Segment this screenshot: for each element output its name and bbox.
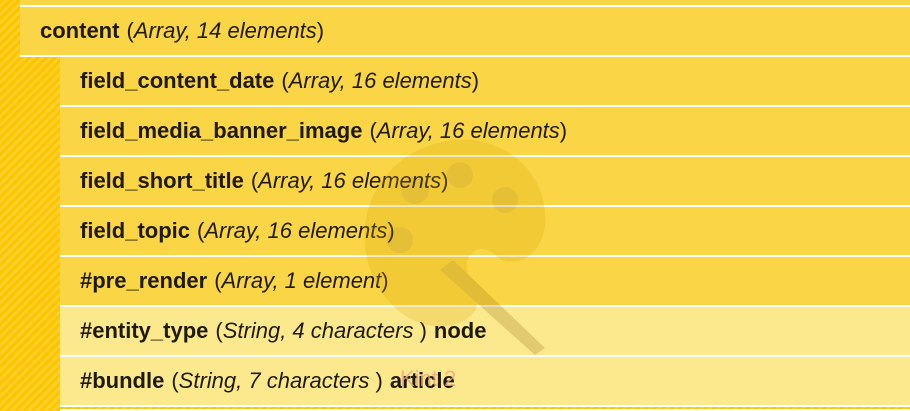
node-type: Array, 16 elements [376, 118, 560, 143]
node-type: Array, 16 elements [288, 68, 472, 93]
node-meta: (Array, 16 elements) [250, 168, 449, 193]
dump-node-content[interactable]: content (Array, 14 elements) [20, 7, 910, 57]
dump-node-pre-render[interactable]: #pre_render (Array, 1 element) [60, 257, 910, 307]
node-value: node [433, 318, 487, 343]
node-type: Array, 16 elements [204, 218, 388, 243]
dump-node-entity-type: #entity_type (String, 4 characters ) nod… [60, 307, 910, 357]
node-key: field_content_date [80, 68, 275, 93]
node-meta: (Array, 1 element) [214, 268, 389, 293]
node-key: field_topic [80, 218, 191, 243]
node-meta: (String, 4 characters ) [215, 318, 427, 343]
node-meta: (Array, 14 elements) [126, 18, 325, 43]
node-key: content [40, 18, 120, 43]
node-meta: (Array, 16 elements) [281, 68, 480, 93]
node-key: field_short_title [80, 168, 244, 193]
node-type: Array, 1 element [221, 268, 382, 293]
node-meta: (Array, 16 elements) [197, 218, 395, 243]
children-container: field_content_date (Array, 16 elements) … [60, 57, 910, 411]
node-type: Array, 14 elements [133, 18, 317, 43]
dump-node-field-topic[interactable]: field_topic (Array, 16 elements) [60, 207, 910, 257]
node-meta: (Array, 16 elements) [369, 118, 568, 143]
node-key: #bundle [80, 368, 165, 393]
node-key: #pre_render [80, 268, 208, 293]
node-type: String, 4 characters [222, 318, 420, 343]
node-key: #entity_type [80, 318, 209, 343]
node-value: article [389, 368, 455, 393]
dump-node-field-media-banner-image[interactable]: field_media_banner_image (Array, 16 elem… [60, 107, 910, 157]
node-key: field_media_banner_image [80, 118, 363, 143]
dump-node-field-content-date[interactable]: field_content_date (Array, 16 elements) [60, 57, 910, 107]
node-meta: (String, 7 characters ) [171, 368, 383, 393]
node-type: String, 7 characters [178, 368, 376, 393]
dump-node-field-short-title[interactable]: field_short_title (Array, 16 elements) [60, 157, 910, 207]
dump-node-bundle: #bundle (String, 7 characters ) article [60, 357, 910, 407]
node-type: Array, 16 elements [258, 168, 442, 193]
